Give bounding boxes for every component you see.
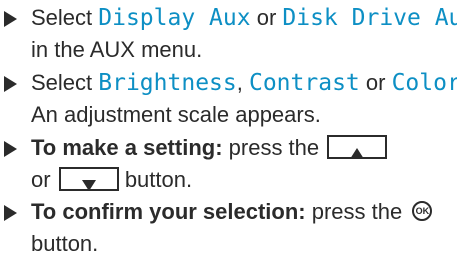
step-line: button.	[31, 229, 98, 259]
down-arrow-key-icon	[58, 167, 119, 192]
bullet-arrow-icon	[4, 76, 17, 92]
step-line: in the AUX menu.	[31, 35, 202, 65]
step-heading: To confirm your selection:	[31, 199, 306, 224]
step-heading: To make a setting:	[31, 135, 223, 160]
bullet-arrow-icon	[4, 11, 17, 27]
bullet-arrow-icon	[4, 141, 17, 157]
step-text: press the	[222, 135, 320, 160]
step-text: or	[31, 167, 51, 192]
step-text: in the AUX menu.	[31, 37, 203, 62]
step-text: button.	[124, 167, 193, 192]
menu-option-disk-drive-aux: Disk Drive Aux	[282, 5, 457, 31]
bullet-arrow-icon	[4, 205, 17, 221]
ok-button-icon: OK	[412, 201, 433, 222]
step-line: To confirm your selection: press the OK	[31, 197, 433, 227]
instruction-list: Select Display Aux or Disk Drive Aux in …	[0, 0, 457, 258]
step-line: An adjustment scale appears.	[31, 100, 321, 130]
step-text: button.	[31, 231, 99, 256]
step-text: Select	[31, 70, 99, 95]
step-text: ,	[236, 70, 249, 95]
menu-option-brightness: Brightness	[98, 70, 237, 96]
menu-option-contrast: Contrast	[248, 70, 360, 96]
step-line: To make a setting: press the	[31, 133, 388, 163]
step-text: An adjustment scale appears.	[31, 102, 321, 127]
menu-option-display-aux: Display Aux	[98, 5, 251, 31]
step-text: or	[250, 5, 283, 30]
step-line: or button.	[31, 165, 192, 195]
up-arrow-key-icon	[327, 135, 388, 160]
step-text: or	[359, 70, 392, 95]
step-text: Select	[31, 5, 99, 30]
step-text: press the	[305, 199, 403, 224]
menu-option-color: Color	[391, 70, 457, 96]
step-line: Select Display Aux or Disk Drive Aux	[31, 3, 457, 33]
step-line: Select Brightness, Contrast or Color.	[31, 68, 457, 98]
